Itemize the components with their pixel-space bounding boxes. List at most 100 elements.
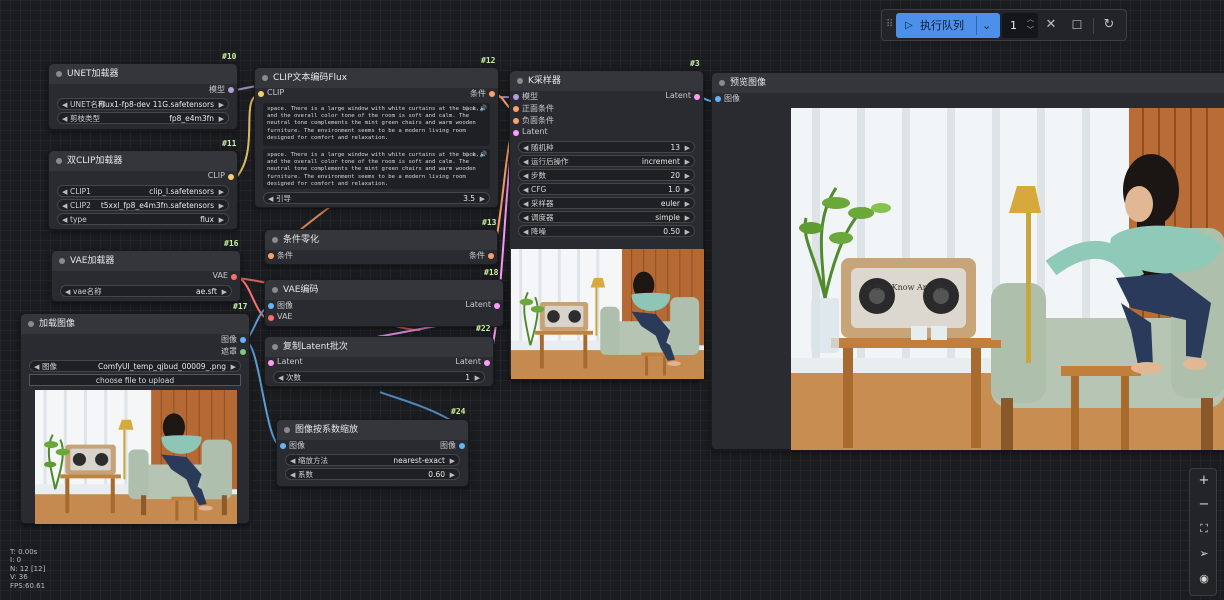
arrow-right-icon[interactable]: ▶: [219, 186, 224, 196]
node-title[interactable]: VAE加载器: [52, 251, 240, 271]
slot-row[interactable]: 条件 条件: [265, 250, 497, 262]
t5xxl-textarea[interactable]: ○ ☑ 🔊 space. There is a large window wit…: [263, 149, 490, 189]
run-queue-button[interactable]: ▷ 执行队列 ⌄: [896, 13, 1000, 38]
slot-dot[interactable]: [484, 360, 490, 366]
slot-dot[interactable]: [513, 130, 519, 136]
slot-dot[interactable]: [268, 315, 274, 321]
arrow-left-icon[interactable]: ◀: [62, 113, 67, 123]
slot-row[interactable]: 负面条件: [510, 115, 703, 127]
drag-handle-icon[interactable]: ⠿: [886, 19, 893, 30]
output-slot[interactable]: 模型: [49, 84, 237, 96]
amount-number[interactable]: ◀ 次数 1 ▶: [273, 371, 485, 383]
slot-dot[interactable]: [268, 360, 274, 366]
slot-row[interactable]: 正面条件: [510, 103, 703, 115]
slot-row[interactable]: CLIP 条件: [255, 88, 498, 100]
slot-dot[interactable]: [513, 118, 519, 124]
output-slot-mask[interactable]: 遮罩: [21, 346, 249, 358]
arrow-left-icon[interactable]: ◀: [34, 361, 39, 371]
collapse-dot[interactable]: [56, 158, 62, 164]
unet-name-combo[interactable]: ◀ UNET名称 Flux1-fp8-dev 11G.safetensors ▶: [57, 98, 229, 110]
slot-row[interactable]: 模型 Latent: [510, 91, 703, 103]
slot-dot[interactable]: [228, 87, 234, 93]
slot-dot[interactable]: [258, 91, 264, 97]
upload-button[interactable]: choose file to upload: [29, 374, 241, 386]
node-title[interactable]: 图像按系数缩放: [277, 420, 468, 440]
slot-dot[interactable]: [280, 443, 286, 449]
load-image-node[interactable]: 加载图像 图像 遮罩 ◀ 图像 ComfyUI_temp_qjbud_00009_.…: [20, 313, 250, 524]
ksampler-node[interactable]: K采样器 模型 Latent 正面条件 负面条件 Latent ◀ 随机种 13 ▶ …: [509, 70, 704, 380]
image-file-combo[interactable]: ◀ 图像 ComfyUI_temp_qjbud_00009_.png ▶: [29, 360, 241, 372]
slot-row[interactable]: 图像: [712, 93, 1224, 105]
collapse-dot[interactable]: [272, 237, 278, 243]
node-title[interactable]: 条件零化: [265, 230, 497, 250]
clip-l-textarea[interactable]: ○ ☑ 🔊 space. There is a large window wit…: [263, 103, 490, 146]
slot-dot[interactable]: [715, 96, 721, 102]
arrow-left-icon[interactable]: ◀: [523, 226, 528, 236]
arrow-right-icon[interactable]: ▶: [222, 286, 227, 296]
arrow-left-icon[interactable]: ◀: [290, 455, 295, 465]
arrow-right-icon[interactable]: ▶: [219, 113, 224, 123]
arrow-left-icon[interactable]: ◀: [62, 214, 67, 224]
control-after-generate-combo[interactable]: ◀ 运行后操作 increment ▶: [518, 155, 695, 167]
node-title[interactable]: VAE编码: [265, 280, 503, 300]
collapse-dot[interactable]: [517, 78, 523, 84]
collapse-dot[interactable]: [284, 427, 290, 433]
refresh-icon[interactable]: ↻: [1100, 16, 1118, 34]
arrow-left-icon[interactable]: ◀: [523, 142, 528, 152]
slot-dot[interactable]: [513, 106, 519, 112]
seed-number[interactable]: ◀ 随机种 13 ▶: [518, 141, 695, 153]
textarea-toggle-icons[interactable]: ○ ☑ 🔊: [465, 151, 487, 158]
node-title[interactable]: UNET加载器: [49, 64, 237, 84]
slot-row[interactable]: 图像 图像: [277, 440, 468, 452]
vae-encode-node[interactable]: VAE编码 图像 Latent VAE: [264, 279, 504, 327]
cfg-number[interactable]: ◀ CFG 1.0 ▶: [518, 183, 695, 195]
arrow-right-icon[interactable]: ▶: [219, 99, 224, 109]
collapse-dot[interactable]: [272, 344, 278, 350]
slot-dot[interactable]: [488, 253, 494, 259]
textarea-toggle-icons[interactable]: ○ ☑ 🔊: [465, 105, 487, 112]
conditioning-zero-out-node[interactable]: 条件零化 条件 条件: [264, 229, 498, 265]
slot-dot[interactable]: [513, 94, 519, 100]
chevron-down-icon[interactable]: ⌄: [982, 13, 991, 38]
clip-type-combo[interactable]: ◀ type flux ▶: [57, 213, 229, 225]
collapse-dot[interactable]: [28, 321, 34, 327]
guidance-number[interactable]: ◀ 引导 3.5 ▶: [263, 192, 490, 204]
weight-dtype-combo[interactable]: ◀ 剪枝类型 fp8_e4m3fn ▶: [57, 112, 229, 124]
slot-dot[interactable]: [459, 443, 465, 449]
arrow-left-icon[interactable]: ◀: [523, 212, 528, 222]
node-title[interactable]: K采样器: [510, 71, 703, 91]
slot-dot[interactable]: [694, 94, 700, 100]
zoom-in-icon[interactable]: +: [1190, 473, 1218, 488]
zoom-out-icon[interactable]: −: [1190, 497, 1218, 512]
slot-dot[interactable]: [494, 303, 500, 309]
arrow-right-icon[interactable]: ▶: [685, 212, 690, 222]
arrow-right-icon[interactable]: ▶: [685, 226, 690, 236]
vae-loader-node[interactable]: VAE加载器 VAE ◀ vae名称 ae.sft ▶: [51, 250, 241, 302]
node-title[interactable]: 复制Latent批次: [265, 337, 493, 357]
arrow-right-icon[interactable]: ▶: [685, 198, 690, 208]
arrow-right-icon[interactable]: ▶: [685, 184, 690, 194]
unet-loader-node[interactable]: UNET加载器 模型 ◀ UNET名称 Flux1-fp8-dev 11G.safe…: [48, 63, 238, 130]
slot-row[interactable]: Latent Latent: [265, 357, 493, 369]
steps-number[interactable]: ◀ 步数 20 ▶: [518, 169, 695, 181]
close-icon[interactable]: ✕: [1042, 16, 1060, 34]
preview-image-node[interactable]: 预览图像 图像 All You Know Art Music: [711, 72, 1224, 450]
arrow-right-icon[interactable]: ▶: [480, 193, 485, 203]
output-slot[interactable]: CLIP: [49, 171, 237, 183]
slot-dot[interactable]: [240, 349, 246, 355]
arrow-right-icon[interactable]: ▶: [685, 170, 690, 180]
dual-clip-loader-node[interactable]: 双CLIP加载器 CLIP ◀ CLIP1 clip_l.safetensors ▶ …: [48, 150, 238, 230]
stepper-icon[interactable]: ︿ ﹀: [1027, 14, 1034, 36]
node-title[interactable]: 加载图像: [21, 314, 249, 334]
repeat-latent-batch-node[interactable]: 复制Latent批次 Latent Latent ◀ 次数 1 ▶: [264, 336, 494, 387]
visibility-icon[interactable]: ◉: [1190, 572, 1218, 585]
slot-dot[interactable]: [268, 253, 274, 259]
arrow-right-icon[interactable]: ▶: [685, 142, 690, 152]
slot-row[interactable]: 图像 Latent: [265, 300, 503, 312]
slot-row[interactable]: Latent: [510, 127, 703, 139]
select-mode-icon[interactable]: ➢: [1190, 547, 1218, 560]
image-scale-by-node[interactable]: 图像按系数缩放 图像 图像 ◀ 缩放方法 nearest-exact ▶ ◀ 系数 0.6…: [276, 419, 469, 487]
stop-icon[interactable]: ☐: [1068, 16, 1086, 34]
node-title[interactable]: 双CLIP加载器: [49, 151, 237, 171]
collapse-dot[interactable]: [719, 80, 725, 86]
